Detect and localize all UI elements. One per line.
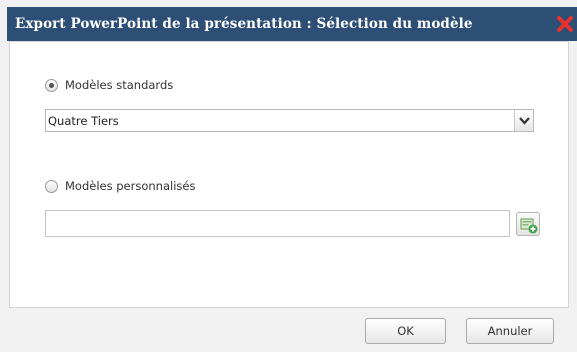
radio-standard-label: Modèles standards [65, 78, 174, 92]
export-dialog: Export PowerPoint de la présentation : S… [0, 0, 577, 352]
cancel-button[interactable]: Annuler [466, 318, 554, 344]
dialog-titlebar: Export PowerPoint de la présentation : S… [7, 7, 577, 41]
radio-custom-label: Modèles personnalisés [65, 179, 196, 193]
add-template-icon [520, 218, 538, 234]
dialog-content: Modèles standards Quatre Tiers Modèles p… [9, 41, 569, 308]
dialog-title: Export PowerPoint de la présentation : S… [15, 16, 473, 32]
close-icon[interactable] [554, 13, 576, 35]
ok-button[interactable]: OK [365, 318, 446, 344]
chevron-down-icon[interactable] [514, 110, 533, 131]
custom-template-field[interactable] [45, 210, 510, 237]
template-select[interactable]: Quatre Tiers [45, 109, 534, 132]
radio-button-unchecked[interactable] [45, 179, 58, 193]
template-select-value: Quatre Tiers [48, 114, 119, 128]
radio-standard-templates[interactable]: Modèles standards [45, 78, 173, 92]
radio-button-checked[interactable] [45, 78, 58, 92]
radio-custom-templates[interactable]: Modèles personnalisés [45, 179, 195, 193]
add-template-button[interactable] [516, 212, 540, 236]
